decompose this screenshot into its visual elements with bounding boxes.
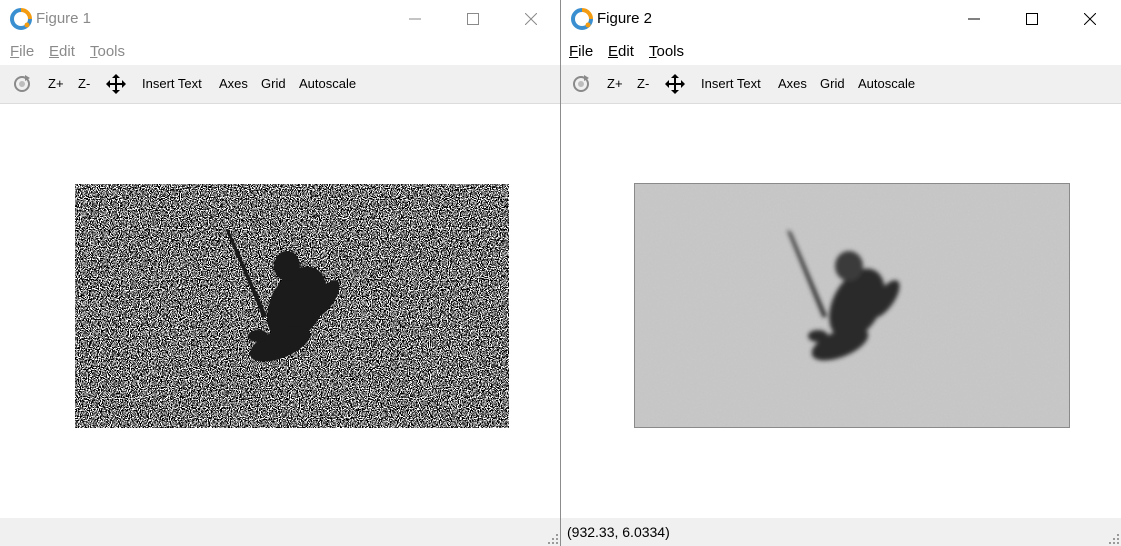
close-icon (1084, 13, 1096, 25)
rotate-icon[interactable] (12, 74, 32, 94)
close-icon (525, 13, 537, 25)
plot-canvas[interactable] (0, 104, 560, 518)
zoom-in-button[interactable]: Z+ (607, 76, 623, 91)
axes-button[interactable]: Axes (219, 76, 248, 91)
toolbar: Z+ Z- Insert Text Axes Grid Autoscale (561, 65, 1121, 104)
status-text: (932.33, 6.0334) (567, 524, 670, 540)
figure2-window: Figure 2 File Edit Tools Z+ Z- Insert Te… (561, 0, 1121, 546)
zoom-out-button[interactable]: Z- (637, 76, 649, 91)
status-bar: (932.33, 6.0334) (561, 518, 1121, 546)
window-title: Figure 2 (597, 10, 653, 27)
toolbar: Z+ Z- Insert Text Axes Grid Autoscale (0, 65, 560, 104)
filtered-image (634, 183, 1070, 428)
pan-move-icon[interactable] (106, 74, 126, 94)
axes-button[interactable]: Axes (778, 76, 807, 91)
maximize-button[interactable] (444, 0, 502, 38)
minimize-button[interactable] (386, 0, 444, 38)
menu-tools[interactable]: Tools (649, 43, 684, 60)
autoscale-button[interactable]: Autoscale (858, 76, 915, 91)
minimize-button[interactable] (945, 0, 1003, 38)
menu-edit[interactable]: Edit (608, 43, 634, 60)
minimize-icon (409, 18, 421, 20)
title-bar: Figure 2 (561, 0, 1121, 38)
insert-text-button[interactable]: Insert Text (701, 76, 761, 91)
window-title: Figure 1 (36, 10, 92, 27)
autoscale-button[interactable]: Autoscale (299, 76, 356, 91)
pan-move-icon[interactable] (665, 74, 685, 94)
close-button[interactable] (1061, 0, 1119, 38)
grid-button[interactable]: Grid (820, 76, 845, 91)
maximize-icon (1026, 13, 1038, 25)
grid-button[interactable]: Grid (261, 76, 286, 91)
menu-file[interactable]: File (10, 43, 34, 60)
menu-file[interactable]: File (569, 43, 593, 60)
maximize-icon (467, 13, 479, 25)
minimize-icon (968, 18, 980, 20)
menu-tools[interactable]: Tools (90, 43, 125, 60)
zoom-out-button[interactable]: Z- (78, 76, 90, 91)
maximize-button[interactable] (1003, 0, 1061, 38)
title-bar: Figure 1 (0, 0, 560, 38)
rotate-icon[interactable] (571, 74, 591, 94)
close-button[interactable] (502, 0, 560, 38)
menu-edit[interactable]: Edit (49, 43, 75, 60)
resize-grip-icon[interactable] (548, 534, 558, 544)
app-logo-icon (10, 8, 32, 30)
plot-canvas[interactable] (561, 104, 1121, 518)
app-logo-icon (571, 8, 593, 30)
insert-text-button[interactable]: Insert Text (142, 76, 202, 91)
status-bar (0, 518, 560, 546)
menu-bar: File Edit Tools (0, 38, 560, 65)
figure1-window: Figure 1 File Edit Tools Z+ Z- Insert Te… (0, 0, 561, 546)
resize-grip-icon[interactable] (1109, 534, 1119, 544)
noisy-image (75, 184, 509, 428)
menu-bar: File Edit Tools (561, 38, 1121, 65)
zoom-in-button[interactable]: Z+ (48, 76, 64, 91)
